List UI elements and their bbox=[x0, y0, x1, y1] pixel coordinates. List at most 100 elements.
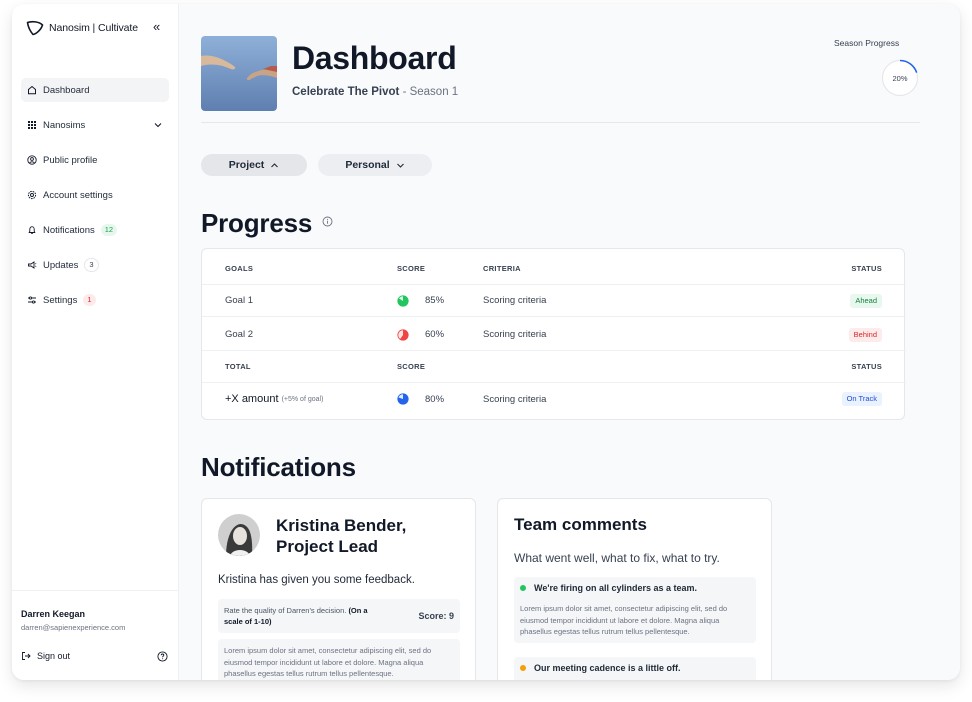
comment-item[interactable]: Our meeting cadence is a little off. bbox=[514, 657, 756, 680]
table-row[interactable]: Goal 1 85% Scoring criteria Ahead bbox=[202, 285, 906, 317]
megaphone-icon bbox=[27, 260, 37, 270]
user-circle-icon bbox=[27, 155, 37, 165]
progress-title: Progress bbox=[201, 208, 313, 238]
user-name: Darren Keegan bbox=[21, 609, 86, 619]
feedback-card[interactable]: Kristina Bender, Project Lead Kristina h… bbox=[201, 498, 476, 680]
sidebar-item-account-settings[interactable]: Account settings bbox=[21, 183, 169, 207]
team-comments-subtitle: What went well, what to fix, what to try… bbox=[514, 551, 720, 565]
page-subtitle: Celebrate The Pivot - Season 1 bbox=[292, 86, 458, 98]
sliders-icon bbox=[27, 295, 37, 305]
season-name: - Season 1 bbox=[399, 86, 459, 98]
table-header-row: GOALS SCORE CRITERIA STATUS bbox=[202, 253, 906, 285]
team-comments-card[interactable]: Team comments What went well, what to fi… bbox=[497, 498, 772, 680]
sidebar-item-updates[interactable]: Updates 3 bbox=[21, 253, 169, 277]
brand[interactable]: Nanosim | Cultivate bbox=[26, 20, 138, 36]
rating-question-text: Rate the quality of Darren's decision. bbox=[224, 606, 347, 615]
sidebar-item-settings[interactable]: Settings 1 bbox=[21, 288, 169, 312]
comment-item[interactable]: We're firing on all cylinders as a team.… bbox=[514, 577, 756, 643]
column-header-total: TOTAL bbox=[225, 362, 251, 371]
project-filter-button[interactable]: Project bbox=[201, 154, 307, 176]
sidebar-item-label: Settings bbox=[43, 294, 78, 306]
score-indicator-cell bbox=[397, 319, 409, 350]
sidebar: Nanosim | Cultivate « Dashboard Nanosims bbox=[12, 4, 179, 680]
goal-name: Goal 2 bbox=[225, 329, 253, 340]
table-row[interactable]: Goal 2 60% Scoring criteria Behind bbox=[202, 319, 906, 351]
total-label: +X amount (+5% of goal) bbox=[225, 383, 323, 415]
personal-filter-button[interactable]: Personal bbox=[318, 154, 432, 176]
column-header-status: STATUS bbox=[851, 362, 882, 371]
criteria-link[interactable]: Scoring criteria bbox=[483, 285, 546, 316]
sidebar-item-label: Notifications bbox=[43, 224, 95, 236]
bell-icon bbox=[27, 225, 37, 235]
score-pie-icon bbox=[397, 294, 409, 307]
score-value: 60% bbox=[425, 329, 445, 340]
score-pie-icon bbox=[397, 328, 409, 341]
app-window: Nanosim | Cultivate « Dashboard Nanosims bbox=[12, 4, 960, 680]
status-cell: Behind bbox=[848, 319, 882, 350]
sidebar-nav: Dashboard Nanosims Public profile Accoun… bbox=[21, 78, 169, 323]
sign-out-button[interactable]: Sign out bbox=[21, 651, 70, 661]
comment-heading-text: We're firing on all cylinders as a team. bbox=[534, 583, 698, 593]
score-pie-icon bbox=[397, 393, 409, 405]
column-header-status: STATUS bbox=[851, 264, 882, 273]
project-name: Celebrate The Pivot bbox=[292, 86, 400, 98]
rating-score: Score: 9 bbox=[418, 611, 454, 621]
criteria-link[interactable]: Scoring criteria bbox=[483, 319, 546, 350]
grid-icon bbox=[27, 120, 37, 130]
personal-filter-label: Personal bbox=[345, 159, 390, 171]
season-progress-value: 20% bbox=[892, 74, 907, 83]
sidebar-item-dashboard[interactable]: Dashboard bbox=[21, 78, 169, 102]
total-row[interactable]: +X amount (+5% of goal) 80% Scoring crit… bbox=[202, 383, 906, 415]
sidebar-item-label: Nanosims bbox=[43, 119, 86, 131]
help-icon[interactable] bbox=[157, 651, 168, 662]
user-email: darren@sapienexperience.com bbox=[21, 623, 126, 632]
total-header-row: TOTAL SCORE STATUS bbox=[202, 351, 906, 383]
sidebar-footer: Darren Keegan darren@sapienexperience.co… bbox=[12, 590, 179, 680]
green-dot-icon bbox=[520, 585, 526, 591]
project-filter-label: Project bbox=[228, 159, 265, 171]
status-badge: On Track bbox=[841, 392, 882, 406]
notifications-title: Notifications bbox=[201, 452, 356, 482]
sign-out-label: Sign out bbox=[37, 651, 71, 661]
team-comments-title: Team comments bbox=[514, 515, 647, 534]
score-indicator-cell bbox=[397, 383, 409, 415]
info-icon[interactable] bbox=[322, 216, 333, 227]
rating-question: Rate the quality of Darren's decision. (… bbox=[224, 605, 374, 627]
chevron-down-icon[interactable] bbox=[153, 120, 163, 130]
sender-name: Kristina Bender, Project Lead bbox=[276, 515, 466, 557]
sidebar-item-label: Dashboard bbox=[43, 84, 90, 96]
updates-count-badge: 3 bbox=[84, 258, 99, 272]
comment-heading-text: Our meeting cadence is a little off. bbox=[534, 663, 681, 673]
sender-role: Project Lead bbox=[276, 537, 379, 556]
brand-logo-icon bbox=[26, 20, 44, 36]
score-value: 85% bbox=[425, 295, 445, 306]
sidebar-item-public-profile[interactable]: Public profile bbox=[21, 148, 169, 172]
gear-icon bbox=[27, 190, 37, 200]
sidebar-item-label: Account settings bbox=[43, 189, 113, 201]
sidebar-item-notifications[interactable]: Notifications 12 bbox=[21, 218, 169, 242]
column-header-score: SCORE bbox=[397, 362, 426, 371]
sender-name-line1: Kristina Bender, bbox=[276, 516, 407, 535]
season-progress-label: Season Progress bbox=[834, 38, 900, 48]
status-badge: Ahead bbox=[850, 293, 882, 308]
column-header-goals: GOALS bbox=[225, 264, 254, 273]
score-indicator-cell bbox=[397, 285, 409, 316]
criteria-link[interactable]: Scoring criteria bbox=[483, 383, 546, 415]
comment-heading: Our meeting cadence is a little off. bbox=[520, 663, 681, 673]
goal-name: Goal 1 bbox=[225, 295, 253, 306]
project-hero-image bbox=[201, 36, 277, 111]
sidebar-item-label: Public profile bbox=[43, 154, 98, 166]
season-progress-ring: 20% bbox=[881, 59, 919, 97]
feedback-comment: Lorem ipsum dolor sit amet, consectetur … bbox=[218, 639, 460, 680]
progress-table: GOALS SCORE CRITERIA STATUS Goal 1 85% S… bbox=[201, 248, 906, 420]
chevron-up-icon bbox=[271, 162, 279, 167]
settings-count-badge: 1 bbox=[83, 294, 96, 306]
status-badge: Behind bbox=[848, 327, 882, 342]
sidebar-item-nanosims[interactable]: Nanosims bbox=[21, 113, 169, 137]
brand-name: Nanosim | Cultivate bbox=[49, 22, 138, 34]
status-cell: Ahead bbox=[850, 285, 882, 316]
comment-body: Lorem ipsum dolor sit amet, consectetur … bbox=[520, 604, 728, 636]
collapse-sidebar-button[interactable]: « bbox=[153, 19, 160, 34]
score-value: 80% bbox=[425, 393, 445, 405]
column-header-criteria: CRITERIA bbox=[483, 264, 521, 273]
